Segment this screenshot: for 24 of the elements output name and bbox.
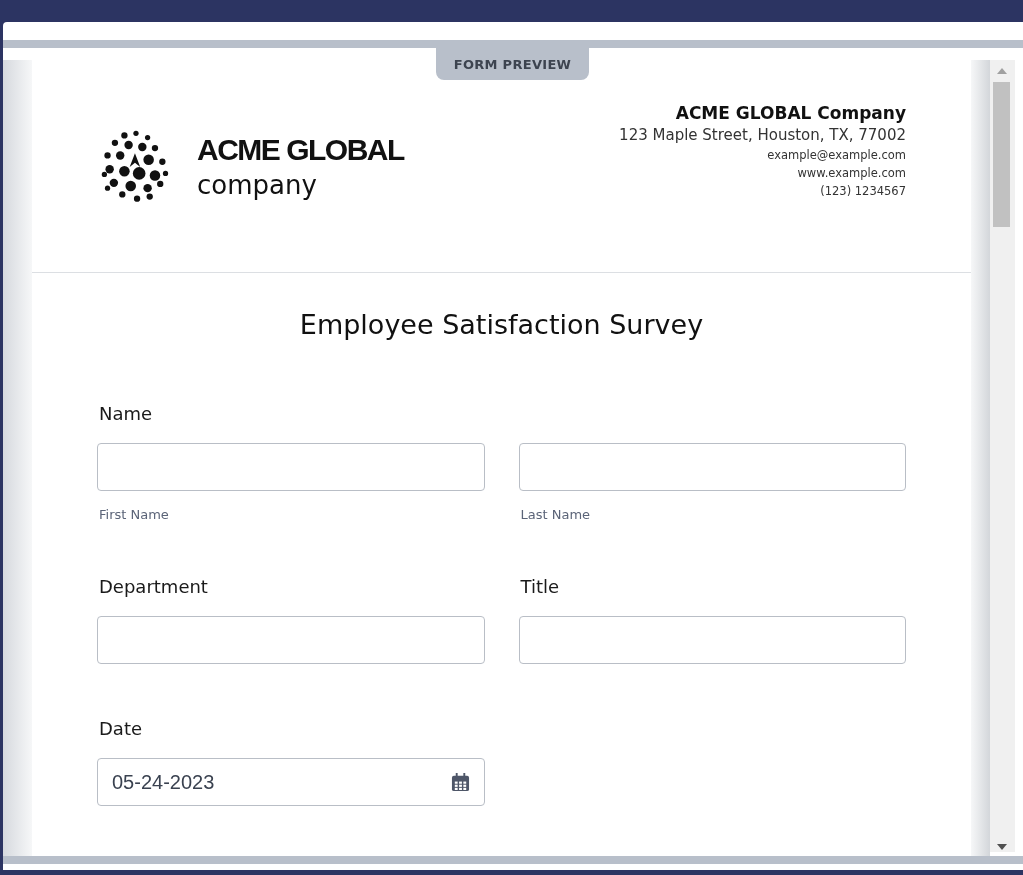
company-address: 123 Maple Street, Houston, TX, 77002 (619, 125, 906, 146)
field-sublabel: First Name (99, 507, 170, 522)
scroll-up-icon[interactable] (997, 68, 1007, 74)
company-phone: (123) 1234567 (820, 183, 906, 200)
input-field[interactable] (97, 616, 485, 664)
field-label: Department (99, 576, 209, 598)
input-field[interactable] (97, 443, 485, 491)
scroll-down-icon[interactable] (997, 844, 1007, 850)
scrollbar[interactable] (990, 60, 1015, 852)
field-label: Name (99, 403, 154, 425)
form-title: Employee Satisfaction Survey (298, 309, 705, 341)
company-email: example@example.com (767, 147, 906, 164)
scroll-thumb[interactable] (993, 82, 1010, 227)
date-field[interactable]: 05-24-2023 (97, 758, 485, 806)
input-field[interactable] (518, 443, 906, 491)
company-website: www.example.com (797, 165, 906, 182)
input-field[interactable] (518, 616, 906, 664)
logo-title: ACME GLOBAL (197, 132, 404, 168)
calendar-icon[interactable] (450, 772, 470, 792)
field-label: Title (520, 576, 561, 598)
field-label: Date (99, 718, 144, 740)
company-name: ACME GLOBAL Company (675, 102, 906, 124)
field-sublabel: Last Name (520, 507, 592, 522)
logo-subtitle: company (197, 169, 318, 201)
